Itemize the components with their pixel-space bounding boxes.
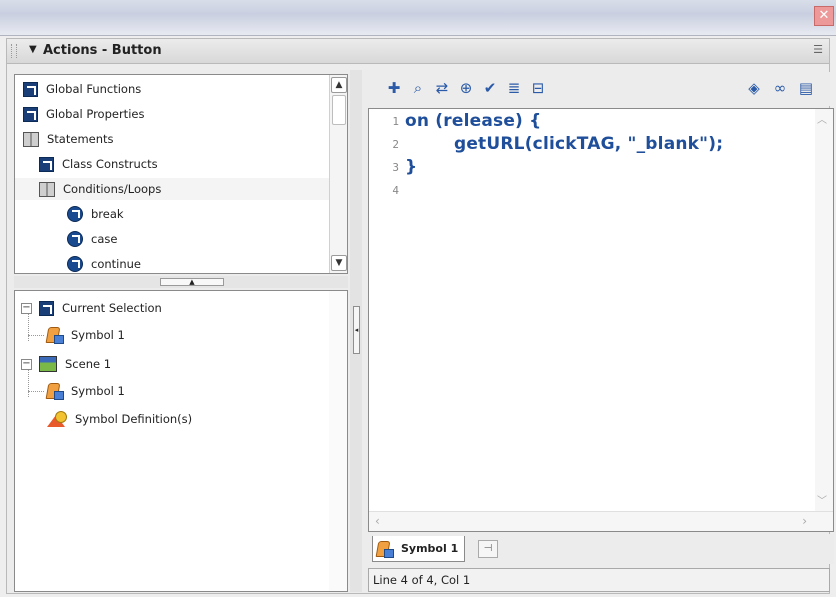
toolbox-item-label: Global Properties xyxy=(46,107,145,121)
panel-grip-icon[interactable] xyxy=(11,44,17,58)
toolbox-item-label: Conditions/Loops xyxy=(63,182,162,196)
symbol-definition-icon xyxy=(45,409,67,429)
toolbox-item-label: continue xyxy=(91,257,142,271)
script-navigator: − Current Selection Symbol 1 − Scene 1 S… xyxy=(14,290,348,592)
line-number: 2 xyxy=(392,138,399,151)
navigator-scrollbar[interactable] xyxy=(329,291,347,591)
tree-connector xyxy=(28,391,44,392)
nav-item-label: Symbol 1 xyxy=(71,328,125,342)
editor-vertical-scrollbar[interactable]: ︿ ﹀ xyxy=(815,109,833,531)
line-number: 1 xyxy=(392,115,399,128)
code-line[interactable]: getURL(clickTAG, "_blank"); xyxy=(405,134,723,154)
line-number: 3 xyxy=(392,161,399,174)
action-circle-icon xyxy=(67,256,83,272)
pin-script-icon[interactable]: ⊣ xyxy=(478,540,498,558)
book-closed-icon xyxy=(23,106,38,122)
scroll-up-icon[interactable]: ▲ xyxy=(331,77,347,93)
tab-label: Symbol 1 xyxy=(401,542,459,555)
actions-toolbar: ✚ ⌕ ⇄ ⊕ ✔ ≣ ⊟ ◈ ∞ ▤ xyxy=(364,72,830,106)
window-title-bar: ✕ xyxy=(0,0,836,36)
collapse-arrow-icon[interactable]: ▼ xyxy=(29,44,37,55)
toolbox-item-label: Global Functions xyxy=(46,82,142,96)
tab-symbol-1[interactable]: Symbol 1 xyxy=(372,536,466,562)
replace-icon[interactable]: ⇄ xyxy=(432,78,452,98)
line-number: 4 xyxy=(392,184,399,197)
scroll-thumb[interactable] xyxy=(332,95,346,125)
toolbox-item-statements[interactable]: Statements xyxy=(23,128,114,150)
script-tabs: Symbol 1 ⊣ xyxy=(368,534,834,564)
nav-item-label: Scene 1 xyxy=(65,357,112,371)
splitter-handle[interactable]: ▲ xyxy=(160,278,224,286)
toolbox-item-label: break xyxy=(91,207,124,221)
tree-connector xyxy=(28,335,44,336)
scroll-left-icon[interactable]: ‹ xyxy=(375,514,380,528)
collapse-minus-icon[interactable]: − xyxy=(21,302,32,314)
check-syntax-icon[interactable]: ✔ xyxy=(480,78,500,98)
toolbox-item-class-constructs[interactable]: Class Constructs xyxy=(39,153,158,175)
script-editor[interactable]: 1 2 3 4 on (release) { getURL(clickTAG, … xyxy=(368,108,834,532)
nav-item-current-selection[interactable]: − Current Selection xyxy=(21,296,162,320)
symbol-icon xyxy=(375,540,394,558)
nav-item-label: Symbol Definition(s) xyxy=(75,412,193,426)
book-open-icon xyxy=(23,131,39,147)
editor-horizontal-scrollbar[interactable]: ‹ › xyxy=(369,511,833,531)
line-number-gutter: 1 2 3 4 xyxy=(369,109,401,531)
panel-title: Actions - Button xyxy=(43,43,162,58)
toolbox-item-conditions-loops[interactable]: Conditions/Loops xyxy=(15,178,331,200)
collapse-minus-icon[interactable]: − xyxy=(21,358,32,370)
code-hint-icon[interactable]: ⊟ xyxy=(528,78,548,98)
panel-options-icon[interactable]: ☰ xyxy=(813,43,823,56)
scroll-up-icon[interactable]: ︿ xyxy=(817,111,827,126)
menu-icon[interactable]: ▤ xyxy=(796,78,816,98)
nav-item-label: Current Selection xyxy=(62,301,162,315)
toolbox-item-label: Statements xyxy=(47,132,114,146)
toolbox-scrollbar[interactable]: ▲ ▼ xyxy=(329,75,347,273)
scroll-right-icon[interactable]: › xyxy=(802,514,807,528)
code-line[interactable]: on (release) { xyxy=(405,111,541,131)
pane-splitter[interactable]: ◂ xyxy=(350,70,362,592)
nav-item-symbol-1[interactable]: Symbol 1 xyxy=(45,323,125,347)
panel-header[interactable]: ▼ Actions - Button ☰ xyxy=(6,38,830,64)
scroll-down-icon[interactable]: ▼ xyxy=(331,255,347,271)
status-bar: Line 4 of 4, Col 1 xyxy=(368,568,830,592)
add-action-icon[interactable]: ✚ xyxy=(384,78,404,98)
book-closed-icon xyxy=(39,300,54,316)
actions-toolbox: Global Functions Global Properties State… xyxy=(14,74,348,274)
book-closed-icon xyxy=(39,156,54,172)
nav-item-scene-symbol-1[interactable]: Symbol 1 xyxy=(45,379,125,403)
nav-item-symbol-definitions[interactable]: Symbol Definition(s) xyxy=(45,407,192,431)
scroll-down-icon[interactable]: ﹀ xyxy=(817,492,827,507)
script-assist-icon[interactable]: ∞ xyxy=(770,78,790,98)
toolbox-item-global-functions[interactable]: Global Functions xyxy=(23,78,141,100)
toolbox-item-case[interactable]: case xyxy=(67,228,117,250)
nav-item-label: Symbol 1 xyxy=(71,384,125,398)
debug-icon[interactable]: ◈ xyxy=(744,78,764,98)
toolbox-splitter[interactable]: ▲ xyxy=(14,276,348,288)
nav-item-scene-1[interactable]: − Scene 1 xyxy=(21,352,111,376)
toolbox-item-continue[interactable]: continue xyxy=(67,253,142,273)
code-line[interactable]: } xyxy=(405,157,417,177)
action-circle-icon xyxy=(67,231,83,247)
book-closed-icon xyxy=(23,81,38,97)
cursor-position: Line 4 of 4, Col 1 xyxy=(373,573,471,587)
toolbox-item-label: case xyxy=(91,232,118,246)
close-icon[interactable]: ✕ xyxy=(814,6,834,26)
target-icon[interactable]: ⊕ xyxy=(456,78,476,98)
symbol-icon xyxy=(45,326,64,344)
splitter-collapse-icon[interactable]: ◂ xyxy=(353,306,360,354)
toolbox-item-label: Class Constructs xyxy=(62,157,158,171)
scene-icon xyxy=(39,356,57,372)
toolbox-item-global-properties[interactable]: Global Properties xyxy=(23,103,144,125)
auto-format-icon[interactable]: ≣ xyxy=(504,78,524,98)
find-icon[interactable]: ⌕ xyxy=(408,78,428,98)
action-circle-icon xyxy=(67,206,83,222)
toolbox-item-break[interactable]: break xyxy=(67,203,124,225)
symbol-icon xyxy=(45,382,64,400)
book-open-icon xyxy=(39,181,55,197)
